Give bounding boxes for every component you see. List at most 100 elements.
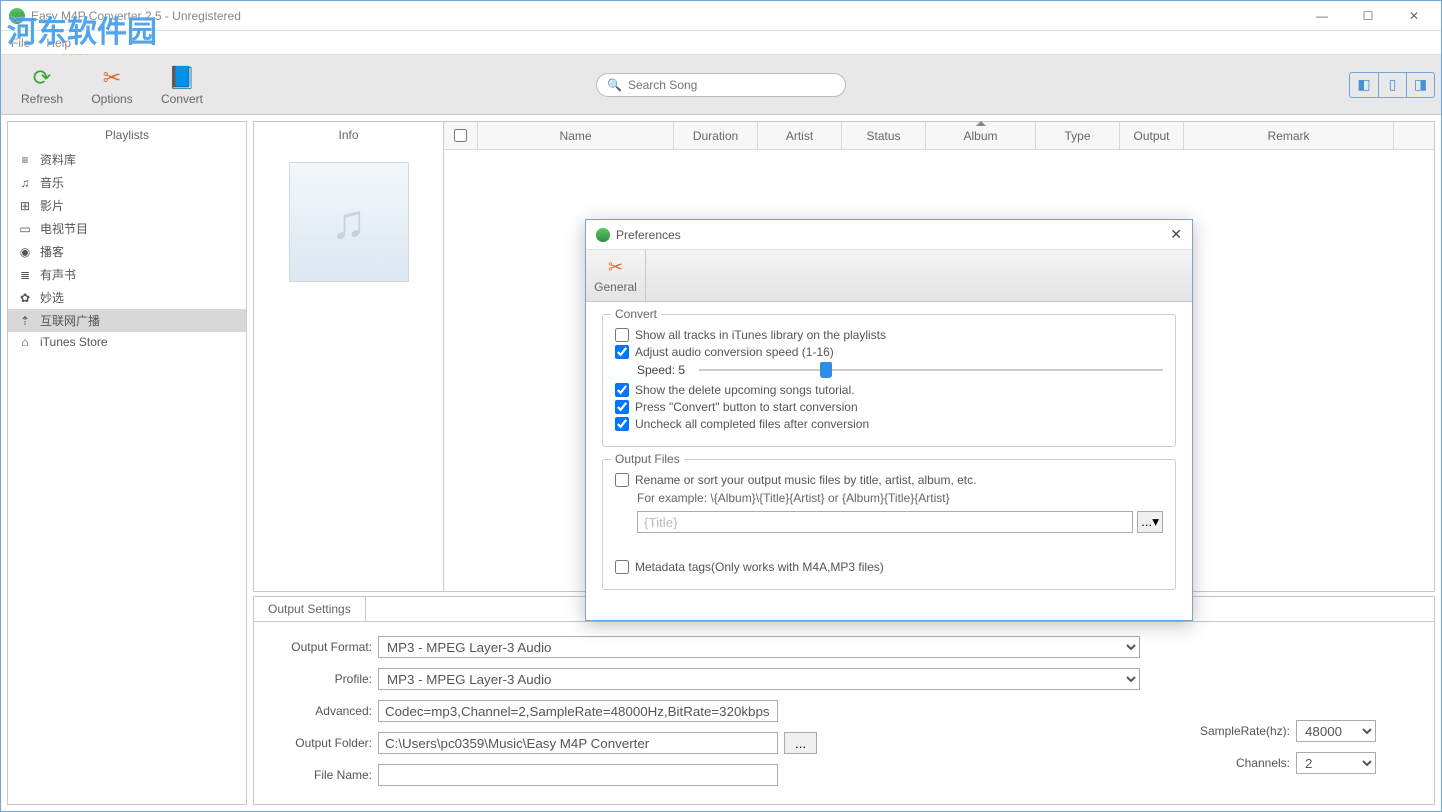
rename-example: For example: \{Album}\{Title}{Artist} or… xyxy=(637,491,1163,505)
layout-buttons: ◧ ▯ ◨ xyxy=(1349,72,1435,98)
dialog-icon xyxy=(596,228,610,242)
tab-output-settings[interactable]: Output Settings xyxy=(254,597,366,621)
rename-pattern-button[interactable]: ...▾ xyxy=(1137,511,1163,533)
output-format-select[interactable]: MP3 - MPEG Layer-3 Audio xyxy=(378,636,1140,658)
chk-metadata-tags[interactable]: Metadata tags(Only works with M4A,MP3 fi… xyxy=(615,560,1163,574)
sidebar-item[interactable]: ⌂ iTunes Store xyxy=(8,332,246,352)
menubar: File Help xyxy=(1,31,1441,55)
info-pane: Info ♫ xyxy=(254,122,444,591)
chk-uncheck-completed[interactable]: Uncheck all completed files after conver… xyxy=(615,417,1163,431)
rename-pattern-input[interactable] xyxy=(637,511,1133,533)
dialog-title: Preferences xyxy=(616,228,681,242)
minimize-button[interactable]: — xyxy=(1299,1,1345,31)
search-box[interactable]: 🔍 xyxy=(596,73,846,97)
convert-button[interactable]: 📘 Convert xyxy=(147,57,217,113)
sidebar-item[interactable]: ≣ 有声书 xyxy=(8,263,246,286)
gear-icon: ✂ xyxy=(608,257,623,278)
close-button[interactable]: ✕ xyxy=(1391,1,1437,31)
column-header-artist[interactable]: Artist xyxy=(758,122,842,149)
sidebar-item-icon: ✿ xyxy=(16,291,34,305)
sidebar-item[interactable]: ⊞ 影片 xyxy=(8,194,246,217)
sidebar-list: ≡ 资料库 ♫音乐 ⊞ 影片 ▭ 电视节目 ◉ 播客 ≣ 有声书 ✿ 妙选 ⇡ 互联网广播 ⌂ iTunes S… xyxy=(8,148,246,804)
select-all-checkbox[interactable] xyxy=(454,129,467,142)
preferences-dialog: Preferences ✕ ✂ General Convert Show all… xyxy=(585,219,1193,621)
group-output-files: Output Files Rename or sort your output … xyxy=(602,459,1176,590)
sidebar-item[interactable]: ⇡ 互联网广播 xyxy=(8,309,246,332)
sidebar-item-label: 影片 xyxy=(40,197,64,214)
dialog-titlebar[interactable]: Preferences ✕ xyxy=(586,220,1192,250)
profile-label: Profile: xyxy=(278,672,372,686)
channels-select[interactable]: 2 xyxy=(1296,752,1376,774)
sidebar-item-icon: ≡ xyxy=(16,153,34,167)
filename-label: File Name: xyxy=(278,768,372,782)
sidebar: Playlists ≡ 资料库 ♫音乐 ⊞ 影片 ▭ 电视节目 ◉ 播客 ≣ 有声书 ✿ 妙选 ⇡ 互联网广… xyxy=(7,121,247,805)
sidebar-item-icon: ◉ xyxy=(16,245,34,259)
options-button[interactable]: ✂ Options xyxy=(77,57,147,113)
column-header-name[interactable]: Name xyxy=(478,122,674,149)
maximize-button[interactable]: ☐ xyxy=(1345,1,1391,31)
search-input[interactable] xyxy=(628,78,835,92)
profile-select[interactable]: MP3 - MPEG Layer-3 Audio xyxy=(378,668,1140,690)
sidebar-item-icon: ⊞ xyxy=(16,199,34,213)
titlebar: Easy M4P Converter 2.5 - Unregistered — … xyxy=(1,1,1441,31)
sidebar-item-label: 播客 xyxy=(40,243,64,260)
sidebar-item-label: 妙选 xyxy=(40,289,64,306)
sidebar-item-icon: ⇡ xyxy=(16,314,34,328)
grid-header: NameDurationArtistStatusAlbumTypeOutputR… xyxy=(444,122,1434,150)
column-header-status[interactable]: Status xyxy=(842,122,926,149)
search-icon: 🔍 xyxy=(607,78,622,92)
chk-press-convert[interactable]: Press "Convert" button to start conversi… xyxy=(615,400,1163,414)
convert-icon: 📘 xyxy=(168,64,195,92)
menu-help[interactable]: Help xyxy=(46,36,71,50)
column-header-type[interactable]: Type xyxy=(1036,122,1120,149)
advanced-label: Advanced: xyxy=(278,704,372,718)
sidebar-item[interactable]: ♫音乐 xyxy=(8,171,246,194)
sidebar-item-label: 互联网广播 xyxy=(40,312,100,329)
app-icon xyxy=(9,8,25,24)
sidebar-item[interactable]: ◉ 播客 xyxy=(8,240,246,263)
column-header-check[interactable] xyxy=(444,122,478,149)
layout-left-button[interactable]: ◧ xyxy=(1350,73,1378,97)
refresh-icon: ⟳ xyxy=(33,64,51,92)
album-art-placeholder: ♫ xyxy=(289,162,409,282)
refresh-button[interactable]: ⟳ Refresh xyxy=(7,57,77,113)
sidebar-title: Playlists xyxy=(8,122,246,148)
column-header-duration[interactable]: Duration xyxy=(674,122,758,149)
sidebar-item-icon: ⌂ xyxy=(16,335,34,349)
sidebar-item[interactable]: ≡ 资料库 xyxy=(8,148,246,171)
sidebar-item[interactable]: ✿ 妙选 xyxy=(8,286,246,309)
channels-label: Channels: xyxy=(1180,756,1290,770)
dialog-close-button[interactable]: ✕ xyxy=(1170,226,1182,243)
sidebar-item[interactable]: ▭ 电视节目 xyxy=(8,217,246,240)
output-settings-panel: Output Settings Output Format: MP3 - MPE… xyxy=(253,596,1435,805)
layout-center-button[interactable]: ▯ xyxy=(1378,73,1406,97)
samplerate-select[interactable]: 48000 xyxy=(1296,720,1376,742)
sidebar-item-label: 资料库 xyxy=(40,151,76,168)
chk-adjust-speed[interactable]: Adjust audio conversion speed (1-16) xyxy=(615,345,1163,359)
filename-input[interactable] xyxy=(378,764,778,786)
chk-show-tutorial[interactable]: Show the delete upcoming songs tutorial. xyxy=(615,383,1163,397)
sidebar-item-icon: ≣ xyxy=(16,268,34,282)
layout-right-button[interactable]: ◨ xyxy=(1406,73,1434,97)
sidebar-item-icon: ▭ xyxy=(16,222,34,236)
speed-slider[interactable] xyxy=(699,363,1163,377)
dialog-tab-general[interactable]: ✂ General xyxy=(586,250,646,301)
group-convert: Convert Show all tracks in iTunes librar… xyxy=(602,314,1176,447)
menu-file[interactable]: File xyxy=(11,36,30,50)
browse-folder-button[interactable]: ... xyxy=(784,732,817,754)
sidebar-item-label: 有声书 xyxy=(40,266,76,283)
chk-rename-output[interactable]: Rename or sort your output music files b… xyxy=(615,473,1163,487)
toolbar: ⟳ Refresh ✂ Options 📘 Convert 🔍 ◧ ▯ ◨ xyxy=(1,55,1441,115)
output-folder-input[interactable] xyxy=(378,732,778,754)
column-header-output[interactable]: Output xyxy=(1120,122,1184,149)
sidebar-item-label: iTunes Store xyxy=(40,335,108,349)
column-header-album[interactable]: Album xyxy=(926,122,1036,149)
samplerate-label: SampleRate(hz): xyxy=(1180,724,1290,738)
sidebar-item-label: 音乐 xyxy=(40,174,64,191)
output-format-label: Output Format: xyxy=(278,640,372,654)
column-header-remark[interactable]: Remark xyxy=(1184,122,1394,149)
chk-show-all-tracks[interactable]: Show all tracks in iTunes library on the… xyxy=(615,328,1163,342)
window-title: Easy M4P Converter 2.5 - Unregistered xyxy=(31,9,241,23)
sidebar-item-label: 电视节目 xyxy=(40,220,88,237)
advanced-input[interactable] xyxy=(378,700,778,722)
